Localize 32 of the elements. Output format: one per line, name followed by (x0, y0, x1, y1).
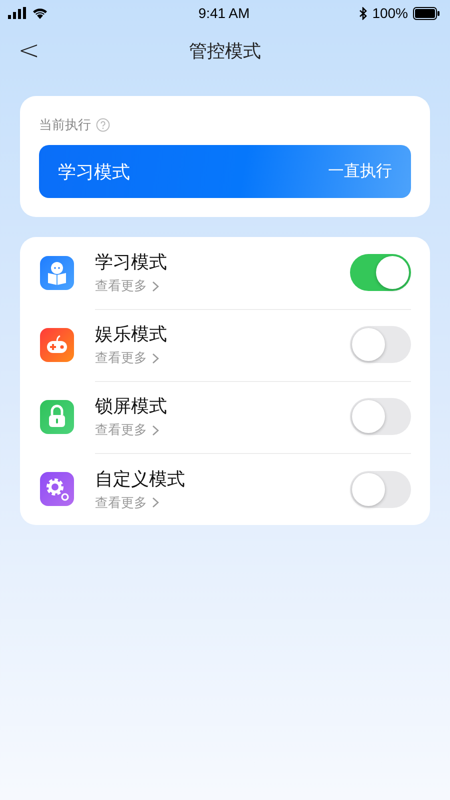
mode-name: 锁屏模式 (95, 395, 167, 418)
battery-percent: 100% (372, 5, 408, 21)
bluetooth-icon (359, 6, 368, 20)
page-title: 管控模式 (189, 40, 261, 63)
chevron-icon (152, 352, 159, 364)
view-more-link[interactable]: 查看更多 (95, 349, 167, 367)
back-button[interactable]: < (14, 36, 44, 66)
current-label: 当前执行 (39, 117, 91, 134)
battery-icon (413, 6, 440, 20)
status-time: 9:41 AM (198, 5, 250, 21)
lock-icon (40, 400, 74, 434)
current-mode: 学习模式 (58, 160, 130, 184)
mode-toggle[interactable] (350, 398, 411, 435)
mode-name: 学习模式 (95, 251, 167, 274)
view-more-link[interactable]: 查看更多 (95, 494, 185, 512)
view-more-link[interactable]: 查看更多 (95, 421, 167, 439)
help-icon[interactable] (96, 118, 110, 132)
gear-icon (40, 472, 74, 506)
mode-toggle[interactable] (350, 470, 411, 508)
mode-toggle[interactable] (350, 254, 411, 291)
signal-icon (8, 7, 28, 19)
chevron-icon (152, 424, 159, 436)
execution-duration: 一直执行 (328, 161, 392, 182)
gamepad-icon (40, 328, 74, 362)
view-more-link[interactable]: 查看更多 (95, 277, 167, 295)
mode-toggle[interactable] (350, 326, 411, 363)
mode-name: 娱乐模式 (95, 323, 167, 346)
chevron-icon (152, 497, 159, 508)
reading-icon (40, 256, 74, 290)
chevron-icon (152, 280, 159, 292)
mode-name: 自定义模式 (95, 468, 185, 490)
wifi-icon (32, 7, 48, 19)
